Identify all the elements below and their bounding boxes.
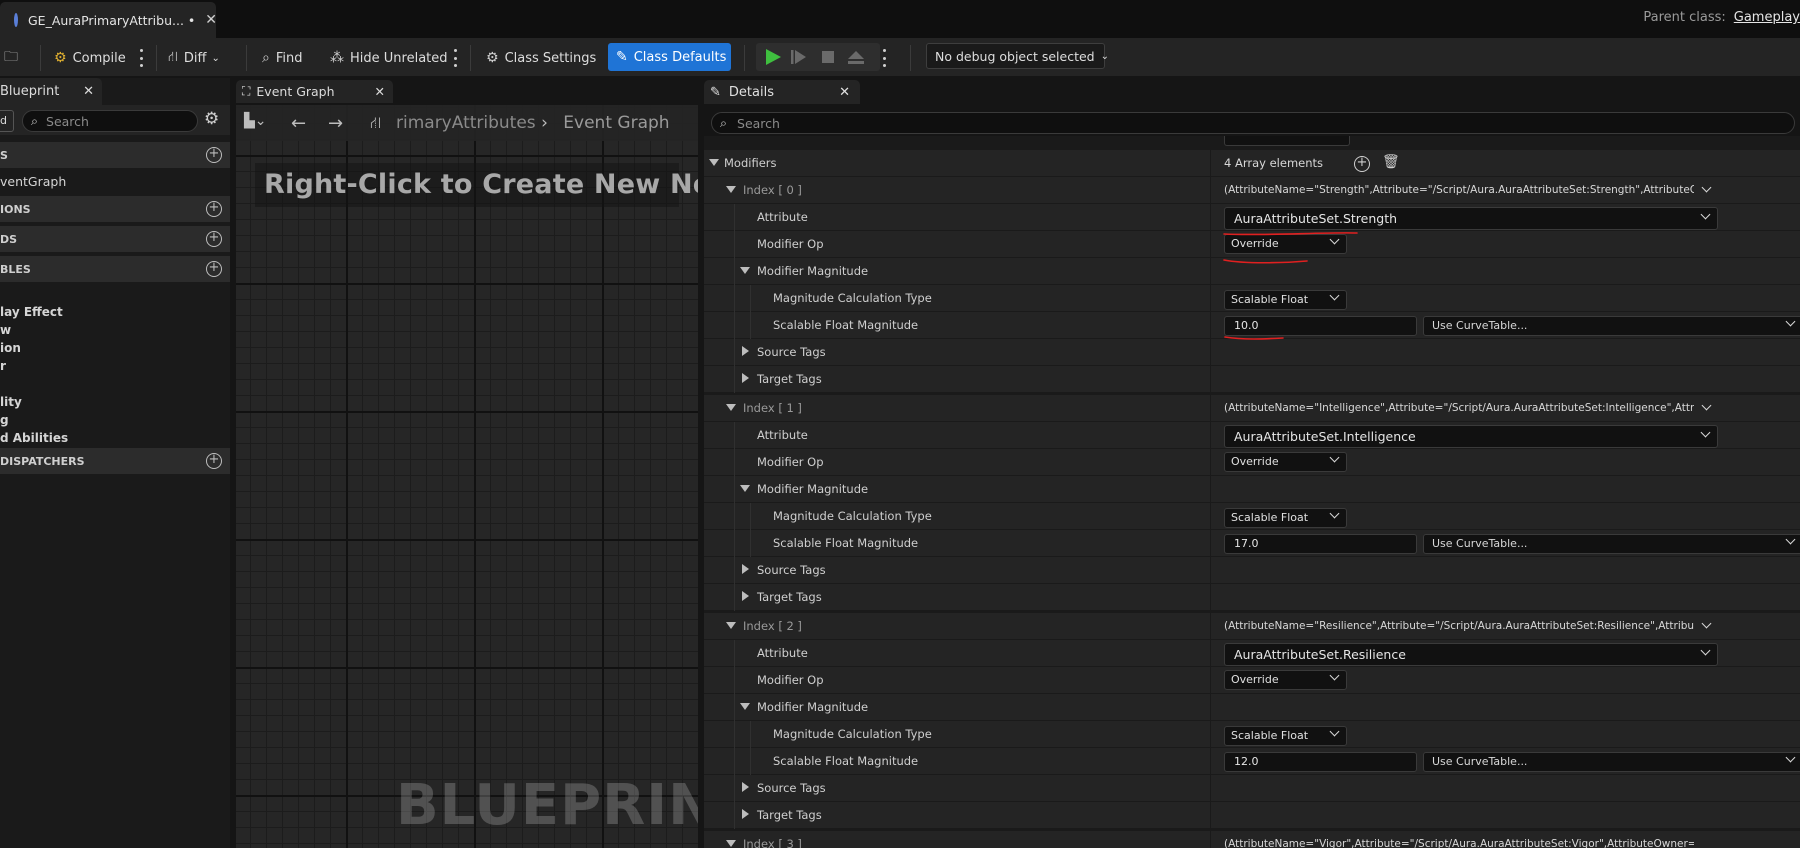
step-icon[interactable]: [795, 50, 806, 64]
close-icon[interactable]: ✕: [205, 12, 217, 28]
pencil-icon: ✎: [616, 49, 628, 65]
category-label: DS: [0, 232, 18, 246]
gear-icon[interactable]: ⚙: [204, 109, 219, 129]
parent-class-link[interactable]: Gameplay: [1734, 10, 1800, 25]
details-panel: Modifiers 4 Array elements + 🗑 Index [ 0…: [704, 136, 1800, 848]
add-icon[interactable]: +: [206, 231, 222, 247]
hide-unrelated-options-icon[interactable]: [453, 49, 457, 67]
document-tab[interactable]: GE_AuraPrimaryAttribu... • ✕: [0, 2, 217, 38]
forward-arrow-icon[interactable]: →: [328, 113, 343, 134]
list-item[interactable]: lay Effect: [0, 305, 63, 319]
add-button[interactable]: d: [0, 110, 14, 132]
graph-icon: ⛶: [242, 84, 251, 98]
stop-icon[interactable]: [822, 51, 834, 63]
category-graphs[interactable]: S +: [0, 142, 230, 168]
hide-unrelated-label: Hide Unrelated: [350, 50, 448, 66]
list-item[interactable]: r: [0, 359, 6, 373]
compile-label: Compile: [72, 50, 126, 66]
search-icon: ⌕: [31, 113, 39, 128]
category-variables[interactable]: BLES +: [0, 256, 230, 282]
event-graph-tab-label: Event Graph: [256, 84, 335, 99]
category-label: BLES: [0, 262, 31, 276]
class-defaults-button[interactable]: ✎ Class Defaults: [608, 43, 731, 71]
close-icon[interactable]: ✕: [375, 84, 385, 99]
play-options-icon[interactable]: [882, 49, 886, 67]
eject-icon[interactable]: [848, 51, 864, 59]
list-item[interactable]: ion: [0, 341, 21, 355]
gear-icon: ⚙: [486, 50, 499, 66]
list-item[interactable]: d Abilities: [0, 431, 68, 445]
class-settings-button[interactable]: ⚙ Class Settings: [486, 45, 596, 71]
toolbar: 🗀 ⚙ Compile ⛙ Diff ⌄ ⌕ Find ⁂ Hide Unrelated …: [0, 38, 1800, 76]
debug-object-select[interactable]: No debug object selected ⌄: [926, 43, 1109, 69]
red-annotation-marks: [1223, 232, 1358, 340]
breadcrumb: rimaryAttributes › Event Graph: [396, 113, 670, 133]
document-tab-label: GE_AuraPrimaryAttribu... •: [28, 12, 196, 28]
list-item[interactable]: lity: [0, 395, 22, 409]
class-settings-label: Class Settings: [504, 50, 597, 66]
chevron-down-icon: ⌄: [1100, 50, 1110, 62]
details-tab-label: Details: [728, 84, 774, 100]
hierarchy-icon[interactable]: ⛙: [370, 113, 381, 134]
search-placeholder: Search: [46, 113, 89, 129]
add-icon[interactable]: +: [206, 147, 222, 163]
chevron-down-icon: ⌄: [211, 52, 220, 64]
folder-search-icon: 🗀: [4, 49, 18, 65]
my-blueprint-tab[interactable]: Blueprint ✕: [0, 78, 102, 105]
pencil-icon: ✎: [710, 84, 721, 100]
diff-label: Diff: [183, 50, 207, 66]
list-item[interactable]: g: [0, 413, 9, 427]
breadcrumb-path[interactable]: rimaryAttributes: [396, 113, 536, 133]
play-controls: [756, 43, 880, 71]
graph-hint-text: Right-Click to Create New Node: [255, 163, 698, 207]
category-event-dispatchers[interactable]: DISPATCHERS +: [0, 448, 230, 474]
my-blueprint-toolbar: d ⌕ Search ⚙: [0, 105, 230, 135]
compile-icon: ⚙: [54, 50, 67, 66]
bookmark-icon[interactable]: ▙⌄: [244, 113, 267, 129]
category-macros[interactable]: DS +: [0, 226, 230, 252]
find-icon: ⌕: [262, 50, 270, 66]
search-input[interactable]: ⌕ Search: [22, 110, 198, 132]
details-search-input[interactable]: ⌕ Search: [711, 112, 1795, 134]
title-bar: [0, 0, 1800, 38]
parent-class-label: Parent class:: [1643, 10, 1726, 25]
compile-button[interactable]: ⚙ Compile: [54, 45, 126, 71]
my-blueprint-tab-label: Blueprint: [0, 84, 60, 99]
find-label: Find: [275, 50, 303, 66]
diff-button[interactable]: ⛙ Diff ⌄: [168, 45, 220, 71]
category-label: IONS: [0, 202, 31, 216]
breadcrumb-current: Event Graph: [563, 113, 670, 133]
browse-button[interactable]: 🗀: [4, 45, 24, 71]
hide-unrelated-icon: ⁂: [330, 50, 344, 66]
parent-class: Parent class: Gameplay: [1643, 10, 1800, 25]
category-label: DISPATCHERS: [0, 454, 85, 468]
close-icon[interactable]: ✕: [83, 84, 94, 99]
graph-canvas[interactable]: ▙⌄ ← → ⛙ rimaryAttributes › Event Graph …: [236, 105, 698, 848]
play-icon[interactable]: [766, 49, 781, 65]
category-label: S: [0, 148, 8, 162]
close-icon[interactable]: ✕: [839, 85, 850, 100]
blueprint-icon: [14, 13, 18, 27]
add-icon[interactable]: +: [206, 261, 222, 277]
find-button[interactable]: ⌕ Find: [262, 45, 302, 71]
search-icon: ⌕: [720, 115, 728, 130]
blueprint-watermark: BLUEPRINT: [396, 773, 698, 838]
debug-object-label: No debug object selected: [935, 48, 1095, 64]
add-icon[interactable]: +: [206, 453, 222, 469]
compile-options-icon[interactable]: [139, 49, 143, 67]
my-blueprint-panel: Blueprint ✕ d ⌕ Search ⚙ S + ventGraph IO…: [0, 78, 230, 848]
class-defaults-label: Class Defaults: [633, 49, 727, 65]
list-item-eventgraph[interactable]: ventGraph: [0, 174, 66, 189]
play-controls-icons: [766, 49, 864, 65]
diff-icon: ⛙: [168, 49, 178, 65]
back-arrow-icon[interactable]: ←: [291, 113, 306, 134]
details-tab[interactable]: ✎ Details ✕: [704, 80, 860, 104]
hide-unrelated-button[interactable]: ⁂ Hide Unrelated: [330, 45, 448, 71]
add-icon[interactable]: +: [206, 201, 222, 217]
event-graph-tab[interactable]: ⛶ Event Graph ✕: [236, 80, 393, 103]
search-placeholder: Search: [737, 115, 780, 131]
category-functions[interactable]: IONS +: [0, 196, 230, 222]
list-item[interactable]: w: [0, 323, 11, 337]
